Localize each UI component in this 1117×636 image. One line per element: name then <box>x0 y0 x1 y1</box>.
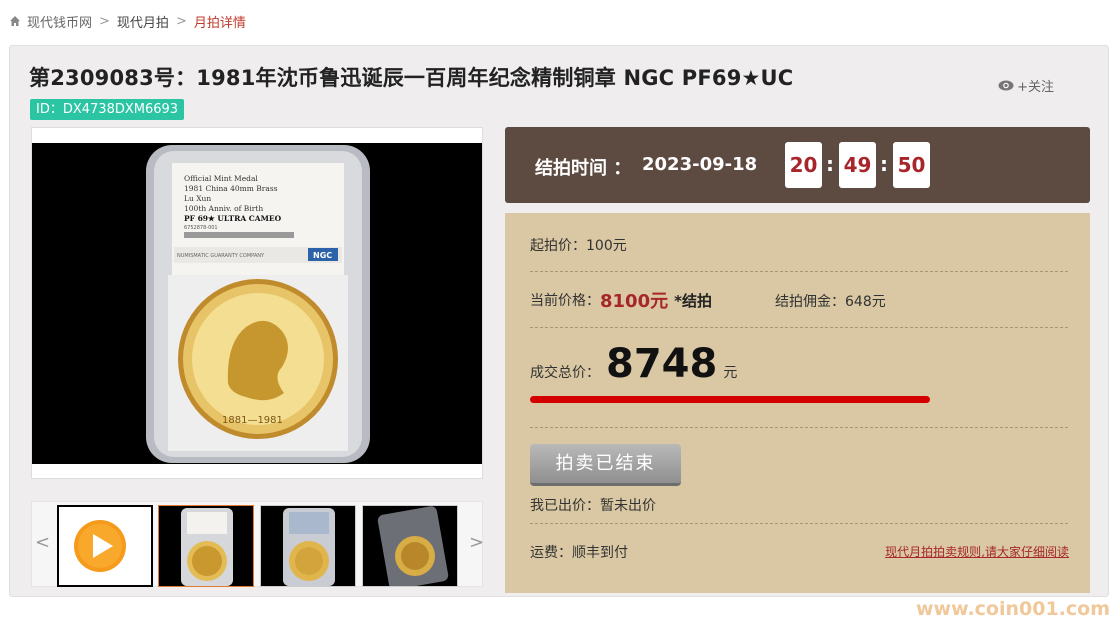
slab-line4: 100th Anniv. of Birth <box>184 204 263 213</box>
total-price-unit: 元 <box>723 365 738 381</box>
current-price-value: 8100元 <box>600 291 669 312</box>
time-separator: : <box>880 152 888 176</box>
main-product-image[interactable]: Official Mint Medal 1981 China 40mm Bras… <box>31 127 483 479</box>
end-time-minute: 49 <box>839 142 876 188</box>
follow-label: +关注 <box>1017 80 1054 95</box>
breadcrumb-separator: > <box>99 13 110 29</box>
site-watermark: www.coin001.com <box>916 598 1111 620</box>
start-price: 起拍价：100元 <box>530 238 627 254</box>
breadcrumb-separator: > <box>175 13 187 29</box>
current-price-row: 当前价格： 8100元 *结拍 <box>530 287 712 313</box>
auction-end-time-bar: 结拍时间 ： 2023-09-18 20 : 49 : 50 <box>505 127 1090 203</box>
breadcrumb-home[interactable]: 现代钱币网 <box>27 12 92 31</box>
home-icon[interactable] <box>9 15 21 27</box>
next-thumbnail-button[interactable]: > <box>469 532 484 553</box>
end-time-date: 2023-09-18 <box>642 154 758 175</box>
divider <box>530 427 1068 428</box>
auction-rules-link[interactable]: 现代月拍拍卖规则,请大家仔细阅读 <box>885 543 1069 560</box>
ngc-slab-image: Official Mint Medal 1981 China 40mm Bras… <box>146 145 370 463</box>
slab-grade: PF 69★ ULTRA CAMEO <box>184 214 282 223</box>
price-info-box: 起拍价：100元 当前价格： 8100元 *结拍 结拍佣金：648元 成交总价：… <box>505 213 1090 593</box>
auction-ended-button[interactable]: 拍卖已结束 <box>530 444 681 486</box>
total-price-value: 8748 <box>606 341 718 387</box>
lot-id-badge: ID：DX4738DXM6693 <box>30 99 185 120</box>
time-separator: : <box>826 152 834 176</box>
slab-line2: 1981 China 40mm Brass <box>184 184 278 193</box>
divider <box>530 271 1068 272</box>
thumbnail-reverse[interactable] <box>260 505 356 587</box>
divider <box>530 327 1068 328</box>
total-price-label: 成交总价： <box>530 365 600 381</box>
breadcrumb: 现代钱币网 > 现代月拍 > 月拍详情 <box>9 11 246 31</box>
follow-button[interactable]: +关注 <box>998 76 1054 95</box>
current-price-note: *结拍 <box>674 291 712 310</box>
breadcrumb-current: 月拍详情 <box>193 15 246 31</box>
shipping-info: 运费：顺丰到付 <box>530 545 628 561</box>
end-time-label: 结拍时间 ： <box>535 158 632 179</box>
slab-line3: Lu Xun <box>184 194 211 203</box>
slab-line1: Official Mint Medal <box>184 174 258 183</box>
coin-years: 1881—1981 <box>222 415 283 426</box>
thumbnail-gallery: < > <box>31 501 484 587</box>
image-background: Official Mint Medal 1981 China 40mm Bras… <box>32 143 482 464</box>
total-price-row: 成交总价： 8748 元 <box>530 341 737 387</box>
commission: 结拍佣金：648元 <box>775 294 886 310</box>
ngc-logo: NGC <box>313 251 332 260</box>
end-time-hour: 20 <box>785 142 822 188</box>
thumbnail-obverse[interactable] <box>158 505 254 587</box>
play-icon <box>74 520 126 572</box>
price-underline-bar <box>530 396 930 403</box>
slab-cert: 6752878-001 <box>184 225 218 231</box>
end-time-second: 50 <box>893 142 930 188</box>
my-bid-status: 我已出价：暂未出价 <box>530 498 656 514</box>
divider <box>530 523 1068 524</box>
lot-panel: 第2309083号：1981年沈币鲁迅诞辰一百周年纪念精制铜章 NGC PF69… <box>9 45 1109 597</box>
thumbnail-angle[interactable] <box>362 505 458 587</box>
eye-icon <box>998 80 1014 91</box>
video-thumbnail[interactable] <box>57 505 153 587</box>
current-price-label: 当前价格： <box>530 293 600 309</box>
slab-footer: NUMISMATIC GUARANTY COMPANY <box>177 253 265 259</box>
breadcrumb-section[interactable]: 现代月拍 <box>117 12 169 31</box>
prev-thumbnail-button[interactable]: < <box>35 532 50 553</box>
lot-title: 第2309083号：1981年沈币鲁迅诞辰一百周年纪念精制铜章 NGC PF69… <box>29 66 794 90</box>
